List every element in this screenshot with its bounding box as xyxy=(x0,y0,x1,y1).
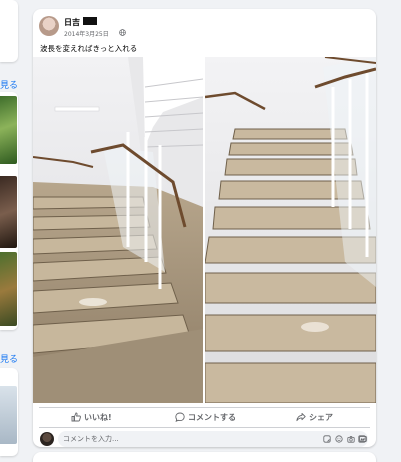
post-text: 波長を変えればきっと入れる xyxy=(40,44,138,53)
comment-button[interactable]: コメントする xyxy=(175,410,236,424)
share-icon xyxy=(296,413,306,422)
comment-input[interactable] xyxy=(63,431,283,447)
comment-icon xyxy=(175,412,185,422)
comment-box xyxy=(58,431,368,447)
emoji-icon[interactable] xyxy=(335,435,343,443)
redaction-bar xyxy=(83,17,97,25)
thumbs-up-icon xyxy=(71,412,81,422)
post-card: 日吉 2014年3月25日 波長を変えればきっと入れる いいね! コメントする … xyxy=(33,9,376,447)
avatar[interactable] xyxy=(40,432,54,446)
divider xyxy=(39,407,370,408)
author-name[interactable]: 日吉 xyxy=(64,17,80,28)
next-post-card xyxy=(33,452,376,462)
rail-card xyxy=(0,368,18,456)
stair-photo-left[interactable] xyxy=(33,57,203,403)
rail-thumbnail[interactable] xyxy=(0,386,17,444)
divider xyxy=(39,427,370,428)
rail-thumbnail[interactable] xyxy=(0,252,17,326)
stair-photo-right[interactable] xyxy=(205,57,376,403)
sticker-icon[interactable] xyxy=(323,435,331,443)
avatar[interactable] xyxy=(39,16,59,36)
like-button[interactable]: いいね! xyxy=(71,410,112,424)
post-header: 日吉 2014年3月25日 xyxy=(39,16,369,40)
globe-icon xyxy=(119,29,126,36)
rail-card xyxy=(0,0,18,62)
comment-label: コメントする xyxy=(188,412,236,422)
like-label: いいね! xyxy=(84,412,112,422)
photo-area xyxy=(33,57,376,403)
left-rail: 見る 見る xyxy=(0,0,20,456)
post-date[interactable]: 2014年3月25日 xyxy=(64,29,109,38)
share-button[interactable]: シェア xyxy=(296,410,333,424)
rail-card-thumbnails xyxy=(0,92,18,330)
rail-thumbnail[interactable] xyxy=(0,96,17,164)
share-label: シェア xyxy=(309,412,333,422)
rail-thumbnail[interactable] xyxy=(0,176,17,248)
stamp-icon[interactable] xyxy=(358,435,366,443)
see-more-link[interactable]: 見る xyxy=(0,352,18,365)
see-more-link[interactable]: 見る xyxy=(0,78,18,91)
camera-icon[interactable] xyxy=(347,435,355,443)
